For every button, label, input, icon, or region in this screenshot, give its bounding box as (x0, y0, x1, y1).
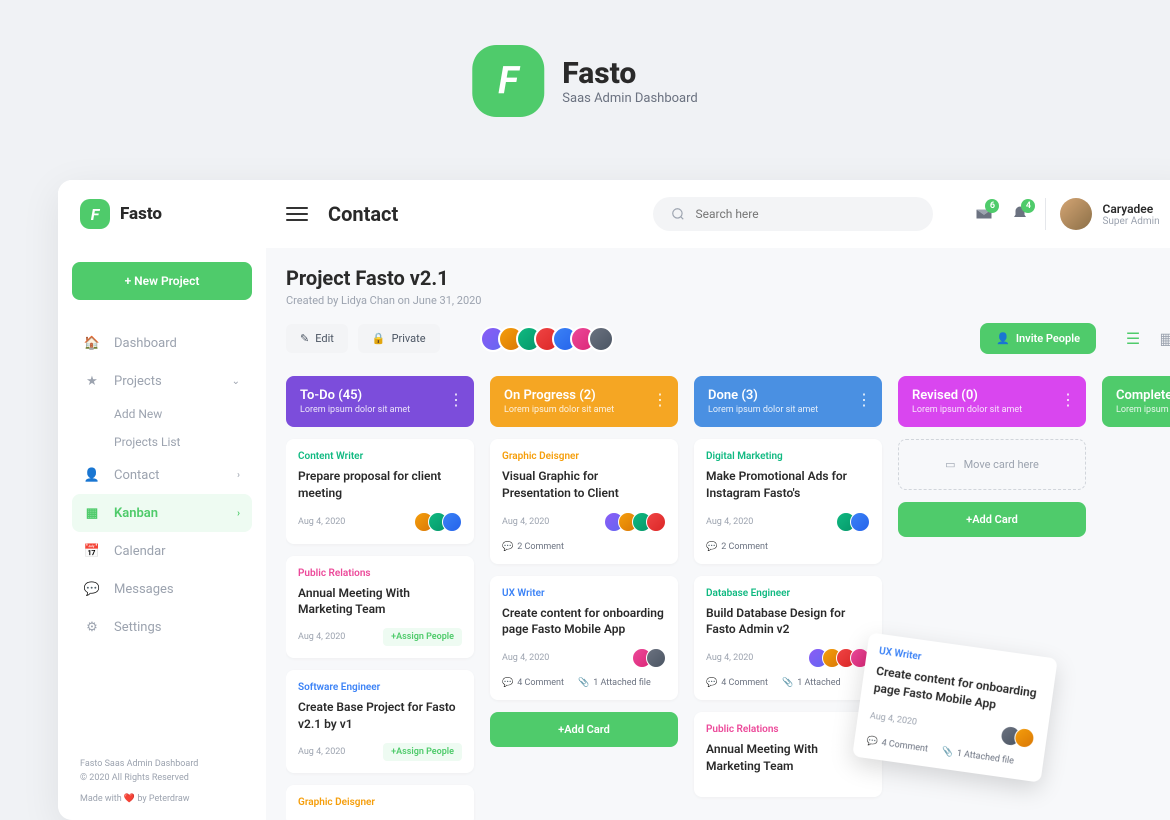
sidebar-sub-add-new[interactable]: Add New (72, 400, 252, 428)
user-role: Super Admin (1102, 216, 1159, 227)
pencil-icon: ✎ (300, 332, 309, 345)
search-icon (671, 207, 685, 221)
sidebar-item-dashboard[interactable]: 🏠Dashboard (72, 324, 252, 362)
comment-icon: 💬 (866, 736, 879, 747)
comment-icon: 💬 (706, 678, 717, 688)
logo-text: Fasto (120, 204, 162, 224)
message-icon: 💬 (84, 581, 100, 597)
sidebar-item-kanban[interactable]: ▦Kanban› (72, 494, 252, 532)
add-card-button[interactable]: +Add Card (898, 502, 1086, 537)
kanban-card[interactable]: Database Engineer Build Database Design … (694, 576, 882, 701)
floating-card[interactable]: UX Writer Create content for onboarding … (852, 633, 1057, 783)
kanban-card[interactable]: Public Relations Annual Meeting With Mar… (286, 556, 474, 659)
comment-icon: 💬 (706, 542, 717, 552)
hero-brand: Fasto (562, 56, 697, 91)
column-menu-icon[interactable]: ⋮ (856, 390, 872, 409)
chevron-right-icon: › (237, 470, 240, 481)
project-title: Project Fasto v2.1 (286, 266, 1170, 290)
kanban-card[interactable]: Graphic Deisgner (286, 785, 474, 820)
kanban-card[interactable]: Content Writer Prepare proposal for clie… (286, 439, 474, 544)
add-card-button[interactable]: +Add Card (490, 712, 678, 747)
comment-count: 💬2 Comment (502, 542, 564, 552)
invite-people-button[interactable]: 👤Invite People (980, 323, 1096, 354)
sidebar-item-messages[interactable]: 💬Messages (72, 570, 252, 608)
chevron-down-icon: ⌄ (232, 376, 240, 387)
kanban-card[interactable]: Digital Marketing Make Promotional Ads f… (694, 439, 882, 564)
column-header-complete: Complete Lorem ipsum dolor (1102, 376, 1170, 427)
hero-logo: F (472, 45, 544, 117)
home-icon: 🏠 (84, 335, 100, 351)
assign-people-button[interactable]: +Assign People (383, 628, 462, 646)
person-icon: 👤 (996, 332, 1010, 345)
list-view-icon[interactable]: ☰ (1120, 326, 1146, 352)
comment-icon: 💬 (502, 678, 513, 688)
user-name: Caryadee (1102, 202, 1159, 216)
user-menu[interactable]: Caryadee Super Admin ⌄ (1060, 198, 1170, 230)
project-subtitle: Created by Lidya Chan on June 31, 2020 (286, 294, 1170, 307)
lock-icon: 🔒 (372, 332, 386, 345)
star-icon: ★ (84, 373, 100, 389)
kanban-card[interactable]: UX Writer Create content for onboarding … (490, 576, 678, 701)
column-header-todo: To-Do (45) Lorem ipsum dolor sit amet ⋮ (286, 376, 474, 427)
notifications-badge: 4 (1021, 199, 1035, 213)
kanban-card[interactable]: Software Engineer Create Base Project fo… (286, 670, 474, 773)
column-menu-icon[interactable]: ⋮ (1060, 390, 1076, 409)
hero-tagline: Saas Admin Dashboard (562, 91, 697, 106)
search-input[interactable] (695, 207, 915, 221)
notifications-icon[interactable]: 4 (1009, 203, 1031, 225)
calendar-icon: 📅 (84, 543, 100, 559)
divider (1045, 198, 1046, 230)
search-bar[interactable] (653, 197, 933, 231)
member-avatars[interactable] (488, 326, 614, 352)
assign-people-button[interactable]: +Assign People (383, 743, 462, 761)
kanban-card[interactable]: Graphic Deisgner Visual Graphic for Pres… (490, 439, 678, 564)
sidebar-item-settings[interactable]: ⚙Settings (72, 608, 252, 646)
sidebar-item-projects[interactable]: ★Projects⌄ (72, 362, 252, 400)
comment-icon: 💬 (502, 542, 513, 552)
attachment-icon: 📎 (578, 678, 589, 688)
column-menu-icon[interactable]: ⋮ (652, 390, 668, 409)
column-menu-icon[interactable]: ⋮ (448, 390, 464, 409)
logo-mark-icon: F (80, 199, 110, 229)
grid-icon: ▦ (84, 505, 100, 521)
kanban-card[interactable]: Public Relations Annual Meeting With Mar… (694, 712, 882, 797)
sidebar-item-contact[interactable]: 👤Contact› (72, 456, 252, 494)
user-avatar (1060, 198, 1092, 230)
hamburger-icon[interactable] (286, 203, 308, 225)
attachment-icon: 📎 (941, 747, 954, 758)
card-icon: ▭ (945, 458, 955, 471)
attachment-icon: 📎 (782, 678, 793, 688)
column-header-progress: On Progress (2) Lorem ipsum dolor sit am… (490, 376, 678, 427)
column-header-revised: Revised (0) Lorem ipsum dolor sit amet ⋮ (898, 376, 1086, 427)
dropzone[interactable]: ▭Move card here (898, 439, 1086, 490)
private-button[interactable]: 🔒Private (358, 324, 440, 353)
grid-view-icon[interactable]: ▦ (1154, 326, 1170, 352)
messages-icon[interactable]: 6 (973, 203, 995, 225)
user-icon: 👤 (84, 467, 100, 483)
chevron-right-icon: › (237, 508, 240, 519)
edit-button[interactable]: ✎Edit (286, 324, 348, 353)
column-header-done: Done (3) Lorem ipsum dolor sit amet ⋮ (694, 376, 882, 427)
new-project-button[interactable]: + New Project (72, 262, 252, 300)
gear-icon: ⚙ (84, 619, 100, 635)
page-title: Contact (328, 202, 398, 226)
messages-badge: 6 (985, 199, 999, 213)
logo[interactable]: F Fasto (80, 199, 266, 229)
sidebar-footer: Fasto Saas Admin Dashboard © 2020 All Ri… (72, 743, 252, 820)
sidebar-item-calendar[interactable]: 📅Calendar (72, 532, 252, 570)
sidebar-sub-projects-list[interactable]: Projects List (72, 428, 252, 456)
